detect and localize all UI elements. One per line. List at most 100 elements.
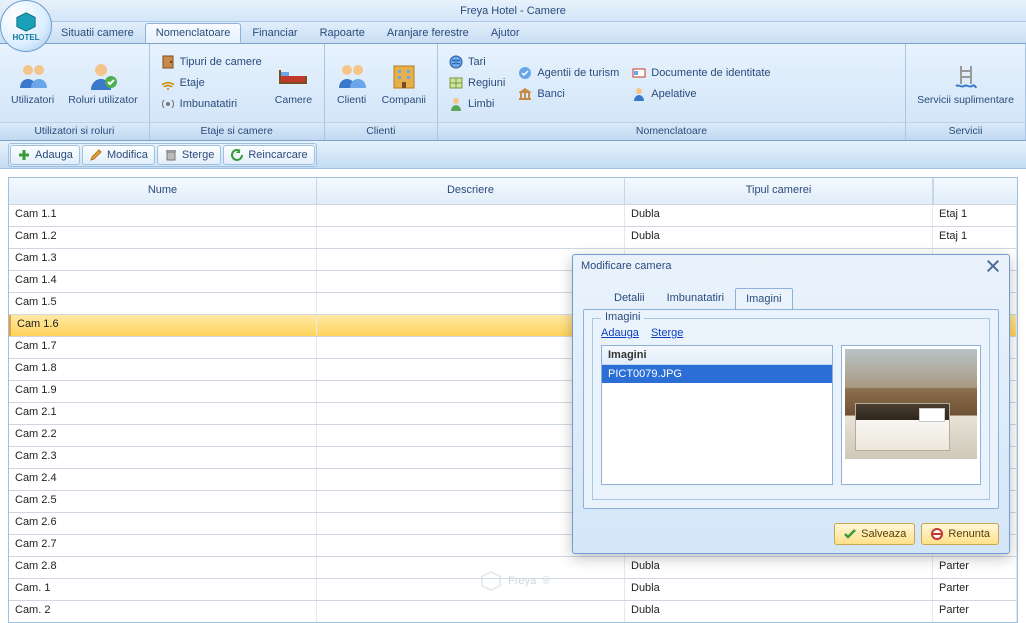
pool-icon [950, 60, 982, 92]
travel-agencies-button[interactable]: Agentii de turism [513, 63, 623, 83]
cell-name: Cam 2.5 [9, 491, 317, 512]
table-row[interactable]: Cam 1.2 DublaEtaj 1 [9, 226, 1017, 248]
cell-name: Cam. 1 [9, 579, 317, 600]
save-button[interactable]: Salveaza [834, 523, 915, 545]
cell-type: Dubla [625, 205, 933, 226]
bed-icon [277, 60, 309, 92]
companies-label: Companii [382, 94, 426, 106]
cell-floor: Etaj 1 [933, 205, 1017, 226]
menu-tabs: Situatii camereNomenclatoareFinanciarRap… [0, 22, 1026, 44]
globe-icon [448, 54, 464, 70]
col-desc[interactable]: Descriere [317, 178, 625, 204]
dialog-tab-imbunatatiri[interactable]: Imbunatatiri [656, 287, 735, 309]
dialog-tab-imagini[interactable]: Imagini [735, 288, 792, 310]
plus-icon [17, 148, 31, 162]
cell-name: Cam 1.7 [9, 337, 317, 358]
col-name[interactable]: Nume [9, 178, 317, 204]
rooms-button[interactable]: Camere [270, 57, 317, 109]
title-icon [631, 86, 647, 102]
image-list-item[interactable]: PICT0079.JPG [602, 365, 832, 383]
edit-button[interactable]: Modifica [82, 145, 155, 165]
col-type[interactable]: Tipul camerei [625, 178, 933, 204]
cell-name: Cam 1.8 [9, 359, 317, 380]
grid-toolbar: Adauga Modifica Sterge Reincarcare [0, 141, 1026, 169]
cell-name: Cam 1.5 [9, 293, 317, 314]
image-list-header: Imagini [602, 346, 832, 365]
add-button[interactable]: Adauga [10, 145, 80, 165]
improvements-button[interactable]: Imbunatatiri [156, 94, 266, 114]
cell-desc [317, 557, 625, 578]
users-button[interactable]: Utilizatori [6, 57, 59, 109]
cell-name: Cam 2.1 [9, 403, 317, 424]
menu-tab-aranjare-ferestre[interactable]: Aranjare ferestre [376, 23, 480, 43]
fieldset-legend: Imagini [601, 311, 644, 323]
cell-name: Cam. 2 [9, 601, 317, 622]
edit-room-dialog: Modificare camera DetaliiImbunatatiriIma… [572, 254, 1010, 554]
group-title-services: Servicii [906, 122, 1025, 140]
regions-button[interactable]: Regiuni [444, 73, 509, 93]
building-icon [388, 60, 420, 92]
cell-type: Dubla [625, 601, 933, 622]
image-preview [841, 345, 981, 485]
clients-button[interactable]: Clienti [331, 57, 373, 109]
dialog-delete-link[interactable]: Sterge [651, 327, 683, 339]
users-icon [17, 60, 49, 92]
table-row[interactable]: Cam 1.1 DublaEtaj 1 [9, 204, 1017, 226]
menu-tab-ajutor[interactable]: Ajutor [480, 23, 531, 43]
extra-services-label: Servicii suplimentare [917, 94, 1014, 106]
cell-name: Cam 2.7 [9, 535, 317, 556]
cell-name: Cam 1.1 [9, 205, 317, 226]
cell-floor: Etaj 1 [933, 227, 1017, 248]
banks-button[interactable]: Banci [513, 84, 623, 104]
menu-tab-rapoarte[interactable]: Rapoarte [309, 23, 376, 43]
window-title: Freya Hotel - Camere [0, 0, 1026, 22]
cell-name: Cam 2.4 [9, 469, 317, 490]
menu-tab-nomenclatoare[interactable]: Nomenclatoare [145, 23, 242, 43]
id-docs-button[interactable]: Documente de identitate [627, 63, 774, 83]
forbidden-icon [930, 527, 944, 541]
watermark: Freya® [480, 570, 550, 592]
cell-name: Cam 1.2 [9, 227, 317, 248]
room-types-button[interactable]: Tipuri de camere [156, 52, 266, 72]
menu-tab-situatii-camere[interactable]: Situatii camere [50, 23, 145, 43]
delete-button[interactable]: Sterge [157, 145, 221, 165]
floors-button[interactable]: Etaje [156, 73, 266, 93]
table-row[interactable]: Cam. 2DublaParter [9, 600, 1017, 622]
group-title-users: Utilizatori si roluri [0, 122, 149, 140]
rooms-label: Camere [275, 94, 312, 106]
dialog-tabs: DetaliiImbunatatiriImagini [573, 287, 1009, 309]
cancel-button[interactable]: Renunta [921, 523, 999, 545]
companies-button[interactable]: Companii [377, 57, 431, 109]
door-icon [160, 54, 176, 70]
cell-type: Dubla [625, 227, 933, 248]
dialog-tab-detalii[interactable]: Detalii [603, 287, 656, 309]
group-title-clients: Clienti [325, 122, 437, 140]
menu-tab-financiar[interactable]: Financiar [241, 23, 308, 43]
titles-button[interactable]: Apelative [627, 84, 774, 104]
col-floor[interactable] [933, 178, 934, 204]
dialog-titlebar[interactable]: Modificare camera [573, 255, 1009, 277]
user-roles-button[interactable]: Roluri utilizator [63, 57, 142, 109]
cell-type: Dubla [625, 557, 933, 578]
wifi-icon [160, 75, 176, 91]
close-icon[interactable] [985, 259, 1001, 273]
cell-name: Cam 1.4 [9, 271, 317, 292]
cell-name: Cam 2.3 [9, 447, 317, 468]
app-orb[interactable]: HOTEL [0, 0, 52, 52]
cell-desc [317, 227, 625, 248]
extra-services-button[interactable]: Servicii suplimentare [912, 57, 1019, 109]
agency-icon [517, 65, 533, 81]
reload-button[interactable]: Reincarcare [223, 145, 314, 165]
pencil-icon [89, 148, 103, 162]
map-icon [448, 75, 464, 91]
hotel-logo-icon [15, 11, 37, 33]
image-list[interactable]: Imagini PICT0079.JPG [601, 345, 833, 485]
orb-label: HOTEL [12, 33, 39, 42]
grid-header: Nume Descriere Tipul camerei [9, 178, 1017, 204]
dialog-add-link[interactable]: Adauga [601, 327, 639, 339]
clients-icon [336, 60, 368, 92]
cell-desc [317, 205, 625, 226]
languages-button[interactable]: Limbi [444, 94, 509, 114]
images-fieldset: Imagini Adauga Sterge Imagini PICT0079.J… [592, 318, 990, 500]
countries-button[interactable]: Tari [444, 52, 509, 72]
